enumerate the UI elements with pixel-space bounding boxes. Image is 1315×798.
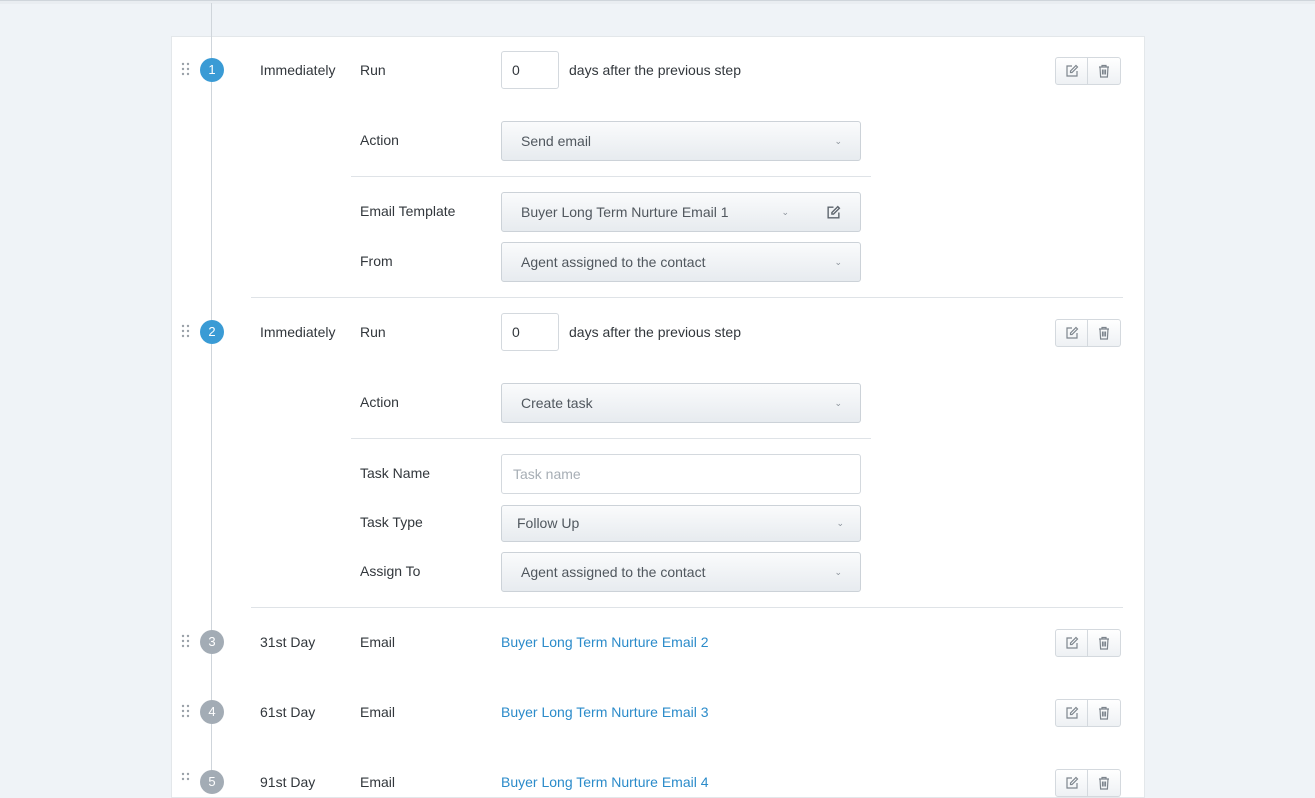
action-label: Action — [360, 132, 399, 148]
email-template-value: Buyer Long Term Nurture Email 1 — [521, 204, 729, 220]
step-actions — [1055, 769, 1121, 797]
step-timing: Immediately — [260, 324, 336, 340]
step-divider — [251, 607, 1123, 608]
trash-icon — [1098, 636, 1110, 650]
task-type-label: Task Type — [360, 514, 423, 530]
email-template-link[interactable]: Buyer Long Term Nurture Email 2 — [501, 632, 709, 652]
from-label: From — [360, 253, 393, 269]
action-select[interactable]: Send email ⌄ — [501, 121, 861, 161]
drag-handle-icon[interactable] — [181, 634, 191, 648]
edit-step-button[interactable] — [1055, 319, 1088, 347]
drag-handle-icon[interactable] — [181, 704, 191, 718]
from-select-value: Agent assigned to the contact — [521, 254, 706, 270]
step-type: Email — [360, 774, 396, 790]
step-divider — [251, 297, 1123, 298]
drag-handle-icon[interactable] — [181, 324, 191, 338]
chevron-down-icon: ⌄ — [836, 518, 844, 528]
step-timing: Immediately — [260, 62, 336, 78]
delete-step-button[interactable] — [1088, 769, 1121, 797]
trash-icon — [1098, 64, 1110, 78]
chevron-down-icon: ⌄ — [834, 398, 842, 408]
chevron-down-icon: ⌄ — [834, 567, 842, 577]
step-actions — [1055, 57, 1121, 85]
days-input[interactable]: 0 — [501, 313, 559, 351]
step-timing: 61st Day — [260, 704, 316, 720]
drag-handle-icon[interactable] — [181, 62, 191, 76]
trash-icon — [1098, 326, 1110, 340]
step-number-badge: 5 — [200, 770, 224, 794]
edit-icon — [1065, 636, 1079, 650]
chevron-down-icon: ⌄ — [834, 136, 842, 146]
assign-to-label: Assign To — [360, 563, 421, 579]
step-number-badge: 3 — [200, 630, 224, 654]
step-type: Email — [360, 704, 396, 720]
chevron-down-icon: ⌄ — [781, 207, 789, 217]
delete-step-button[interactable] — [1088, 57, 1121, 85]
task-type-value: Follow Up — [517, 515, 580, 531]
top-border — [0, 0, 1315, 4]
task-name-input[interactable] — [501, 454, 861, 494]
section-divider — [351, 438, 871, 439]
days-suffix: days after the previous step — [569, 62, 741, 78]
edit-step-button[interactable] — [1055, 769, 1088, 797]
timeline-line — [211, 3, 212, 783]
section-divider — [351, 176, 871, 177]
step-number-badge: 1 — [200, 58, 224, 82]
action-label: Action — [360, 394, 399, 410]
email-template-link[interactable]: Buyer Long Term Nurture Email 3 — [501, 702, 709, 722]
from-select[interactable]: Agent assigned to the contact ⌄ — [501, 242, 861, 282]
days-suffix: days after the previous step — [569, 324, 741, 340]
task-type-select[interactable]: Follow Up ⌄ — [501, 505, 861, 542]
trash-icon — [1098, 776, 1110, 790]
edit-template-button[interactable] — [807, 192, 861, 232]
step-type: Email — [360, 634, 396, 650]
chevron-down-icon: ⌄ — [834, 257, 842, 267]
trash-icon — [1098, 706, 1110, 720]
drag-handle-icon[interactable] — [181, 772, 191, 786]
email-template-select[interactable]: Buyer Long Term Nurture Email 1 ⌄ — [501, 192, 808, 232]
step-actions — [1055, 319, 1121, 347]
step-actions — [1055, 699, 1121, 727]
assign-to-value: Agent assigned to the contact — [521, 564, 706, 580]
email-template-link[interactable]: Buyer Long Term Nurture Email 4 — [501, 772, 709, 792]
edit-icon — [826, 205, 841, 220]
delete-step-button[interactable] — [1088, 699, 1121, 727]
assign-to-select[interactable]: Agent assigned to the contact ⌄ — [501, 552, 861, 592]
days-input[interactable]: 0 — [501, 51, 559, 89]
delete-step-button[interactable] — [1088, 629, 1121, 657]
action-select[interactable]: Create task ⌄ — [501, 383, 861, 423]
task-name-label: Task Name — [360, 465, 431, 481]
action-select-value: Send email — [521, 133, 592, 149]
edit-icon — [1065, 326, 1079, 340]
edit-icon — [1065, 776, 1079, 790]
edit-step-button[interactable] — [1055, 57, 1088, 85]
delete-step-button[interactable] — [1088, 319, 1121, 347]
email-template-label: Email Template — [360, 203, 456, 219]
step-number-badge: 2 — [200, 320, 224, 344]
step-number-badge: 4 — [200, 700, 224, 724]
step-timing: 31st Day — [260, 634, 316, 650]
edit-step-button[interactable] — [1055, 699, 1088, 727]
step-timing: 91st Day — [260, 774, 316, 790]
action-select-value: Create task — [521, 395, 593, 411]
run-label: Run — [360, 62, 386, 78]
edit-step-button[interactable] — [1055, 629, 1088, 657]
run-label: Run — [360, 324, 386, 340]
edit-icon — [1065, 64, 1079, 78]
edit-icon — [1065, 706, 1079, 720]
step-actions — [1055, 629, 1121, 657]
